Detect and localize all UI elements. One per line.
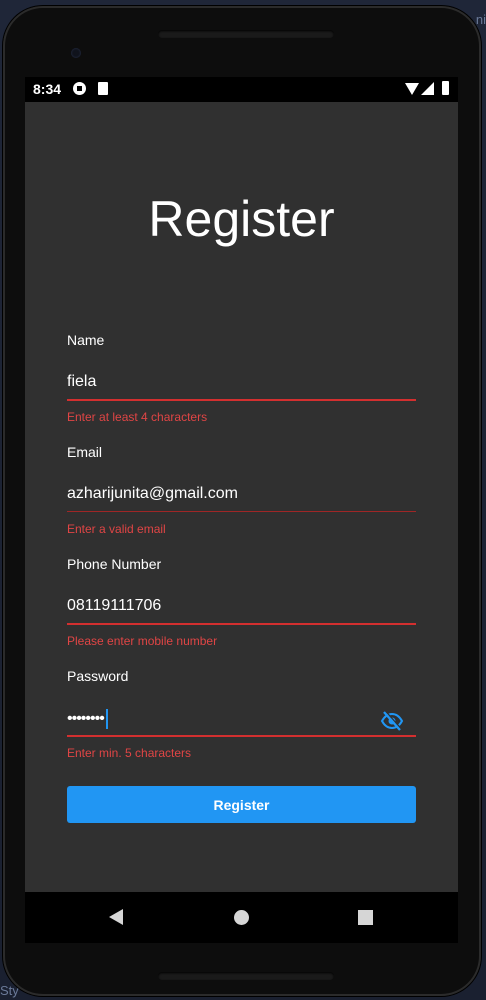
password-value: •••••••• bbox=[67, 710, 105, 728]
visibility-off-icon[interactable] bbox=[380, 709, 404, 733]
top-speaker bbox=[158, 30, 334, 38]
name-underline bbox=[67, 399, 416, 401]
password-underline bbox=[67, 735, 416, 737]
status-bar: 8:34 bbox=[25, 77, 458, 102]
device-screen: 8:34 Register Name fiela Enter at least … bbox=[25, 77, 458, 943]
password-error: Enter min. 5 characters bbox=[67, 746, 192, 760]
battery-icon bbox=[442, 81, 449, 95]
password-input[interactable]: •••••••• bbox=[67, 709, 108, 729]
name-label: Name bbox=[67, 332, 105, 348]
email-error: Enter a valid email bbox=[67, 522, 166, 536]
notification-app-icon bbox=[73, 82, 86, 95]
phone-error: Please enter mobile number bbox=[67, 634, 218, 648]
email-underline bbox=[67, 511, 416, 512]
phone-input[interactable]: 08119111706 bbox=[67, 597, 161, 615]
navigation-bar bbox=[25, 892, 458, 943]
phone-label: Phone Number bbox=[67, 556, 162, 572]
ide-text-fragment: ni bbox=[475, 12, 486, 27]
text-cursor bbox=[105, 709, 108, 729]
email-label: Email bbox=[67, 444, 103, 460]
home-icon[interactable] bbox=[234, 910, 249, 925]
name-error: Enter at least 4 characters bbox=[67, 410, 208, 424]
name-input[interactable]: fiela bbox=[67, 373, 96, 391]
phone-underline bbox=[67, 623, 416, 625]
page-title: Register bbox=[148, 191, 335, 247]
sd-card-icon bbox=[98, 82, 108, 95]
wifi-icon bbox=[405, 83, 419, 95]
register-button[interactable]: Register bbox=[67, 786, 416, 823]
recent-apps-icon[interactable] bbox=[358, 910, 373, 925]
register-screen: Register Name fiela Enter at least 4 cha… bbox=[25, 102, 458, 892]
email-input[interactable]: azharijunita@gmail.com bbox=[67, 485, 238, 503]
status-time: 8:34 bbox=[33, 81, 62, 97]
cell-signal-icon bbox=[421, 82, 434, 95]
bottom-speaker bbox=[158, 972, 334, 980]
back-icon[interactable] bbox=[109, 909, 123, 925]
front-camera bbox=[71, 48, 81, 58]
password-label: Password bbox=[67, 668, 129, 684]
